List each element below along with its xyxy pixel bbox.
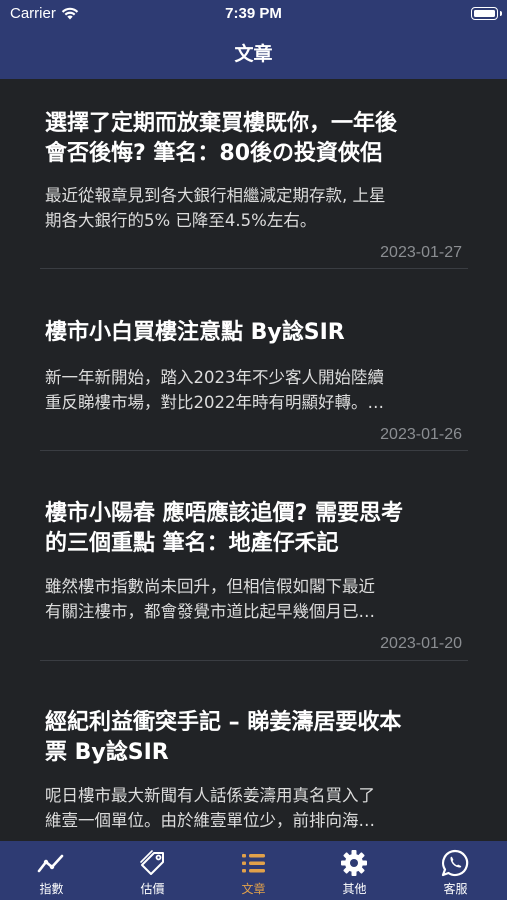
article-item[interactable]: 選擇了定期而放棄買樓既你，一年後 會否後悔? 筆名：80後の投資俠侶 最近從報章… [0,79,507,269]
article-title-line: 樓市小陽春 應唔應該追價? 需要思考 [45,501,404,526]
whatsapp-icon [441,849,469,877]
article-title-line: 樓市小白買樓注意點 By諗SIR [45,320,345,345]
article-title-line: 經紀利益衝突手記 – 睇姜濤居要收本 [45,710,402,735]
tab-valuation[interactable]: 估價 [102,841,203,900]
article-list[interactable]: 選擇了定期而放棄買樓既你，一年後 會否後悔? 筆名：80後の投資俠侶 最近從報章… [0,79,507,841]
article-summary: 雖然樓市指數尚未回升，但相信假如閣下最近 有關注樓市，都會發覺市道比起早幾個月已… [45,574,465,624]
tab-index[interactable]: 指數 [1,841,102,900]
navigation-bar: Carrier 7:39 PM 文章 [0,0,507,79]
article-summary-line: 維壹一個單位。由於維壹單位少，前排向海… [45,811,375,830]
tab-bar: 指數 估價 文章 其他 客服 [0,841,507,900]
battery-icon [471,7,502,20]
article-summary-line: 最近從報章見到各大銀行相繼減定期存款, 上星 [45,186,386,205]
status-bar: Carrier 7:39 PM [0,0,507,28]
article-summary-line: 重反睇樓市場，對比2022年時有明顯好轉。… [45,393,384,412]
article-summary-line: 呢日樓市最大新聞有人話係姜濤用真名買入了 [45,786,375,805]
article-date: 2023-01-26 [380,426,462,443]
article-title-line: 的三個重點 筆名：地產仔禾記 [45,531,339,556]
article-date: 2023-01-20 [380,635,462,652]
status-time: 7:39 PM [225,5,282,22]
tab-label: 客服 [443,882,468,896]
tab-label: 估價 [140,882,165,896]
chart-line-icon [37,854,64,873]
article-title: 樓市小陽春 應唔應該追價? 需要思考 的三個重點 筆名：地產仔禾記 [45,499,465,559]
tab-others[interactable]: 其他 [304,841,405,900]
gear-icon [341,850,367,876]
page-title: 文章 [234,43,273,65]
article-title: 經紀利益衝突手記 – 睇姜濤居要收本 票 By諗SIR [45,708,465,768]
article-title-line: 會否後悔? 筆名：80後の投資俠侶 [45,141,383,166]
price-tag-icon [140,850,164,875]
article-item[interactable]: 經紀利益衝突手記 – 睇姜濤居要收本 票 By諗SIR 呢日樓市最大新聞有人話係… [0,669,507,841]
article-title: 樓市小白買樓注意點 By諗SIR [45,318,465,348]
divider [40,450,468,451]
article-date: 2023-01-27 [380,244,462,261]
article-item[interactable]: 樓市小白買樓注意點 By諗SIR 新一年新開始，踏入2023年不少客人開始陸續 … [0,269,507,459]
article-summary: 最近從報章見到各大銀行相繼減定期存款, 上星 期各大銀行的5% 已降至4.5%左… [45,183,465,233]
article-title: 選擇了定期而放棄買樓既你，一年後 會否後悔? 筆名：80後の投資俠侶 [45,109,465,169]
list-icon [242,854,265,873]
article-summary-line: 期各大銀行的5% 已降至4.5%左右。 [45,211,317,230]
article-summary-line: 新一年新開始，踏入2023年不少客人開始陸續 [45,368,384,387]
tab-label: 指數 [39,882,64,896]
article-summary-line: 有關注樓市，都會發覺市道比起早幾個月已… [45,602,375,621]
article-item[interactable]: 樓市小陽春 應唔應該追價? 需要思考 的三個重點 筆名：地產仔禾記 雖然樓市指數… [0,459,507,669]
tab-customer-service[interactable]: 客服 [405,841,506,900]
article-title-line: 票 By諗SIR [45,740,169,765]
article-summary: 呢日樓市最大新聞有人話係姜濤用真名買入了 維壹一個單位。由於維壹單位少，前排向海… [45,783,465,833]
article-summary: 新一年新開始，踏入2023年不少客人開始陸續 重反睇樓市場，對比2022年時有明… [45,365,465,415]
article-summary-line: 雖然樓市指數尚未回升，但相信假如閣下最近 [45,577,375,596]
tab-label: 文章 [241,882,266,896]
tab-articles[interactable]: 文章 [203,841,304,900]
divider [40,660,468,661]
tab-label: 其他 [342,882,367,896]
article-title-line: 選擇了定期而放棄買樓既你，一年後 [45,111,398,136]
